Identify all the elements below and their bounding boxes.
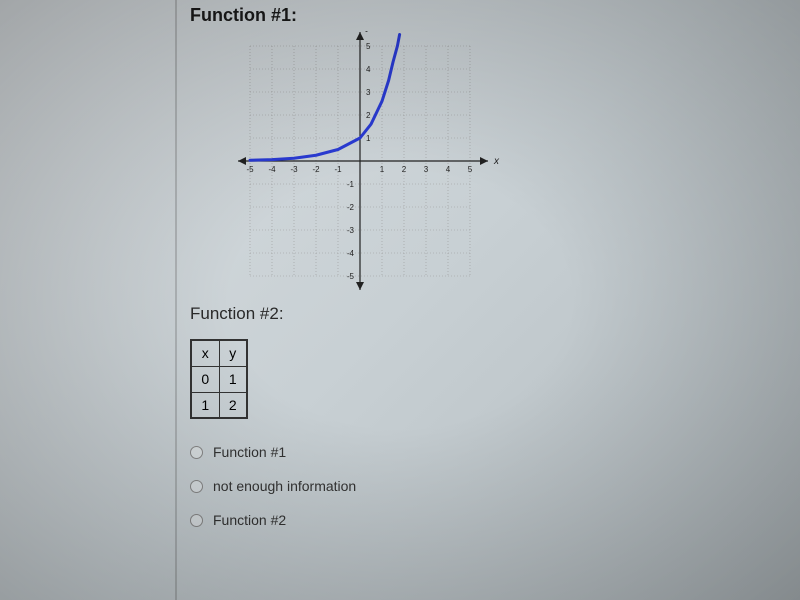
svg-text:-5: -5 bbox=[246, 165, 254, 174]
table-cell: 0 bbox=[191, 366, 219, 392]
svg-text:4: 4 bbox=[366, 65, 371, 74]
option-label: Function #2 bbox=[213, 512, 286, 528]
svg-text:4: 4 bbox=[446, 165, 451, 174]
svg-text:x: x bbox=[493, 156, 500, 167]
svg-text:2: 2 bbox=[402, 165, 407, 174]
svg-text:-2: -2 bbox=[347, 203, 355, 212]
svg-text:1: 1 bbox=[366, 134, 371, 143]
table-cell: 1 bbox=[219, 366, 247, 392]
option-label: not enough information bbox=[213, 478, 356, 494]
function2-table: x y 0 1 1 2 bbox=[190, 339, 780, 419]
svg-text:-3: -3 bbox=[290, 165, 298, 174]
svg-text:y: y bbox=[365, 31, 372, 33]
svg-text:-4: -4 bbox=[268, 165, 276, 174]
svg-text:-5: -5 bbox=[347, 272, 355, 281]
table-header-y: y bbox=[219, 340, 247, 366]
svg-text:-2: -2 bbox=[312, 165, 320, 174]
option-function1[interactable]: Function #1 bbox=[190, 444, 780, 460]
table-header-x: x bbox=[191, 340, 219, 366]
option-not-enough[interactable]: not enough information bbox=[190, 478, 780, 494]
option-label: Function #1 bbox=[213, 444, 286, 460]
radio-icon bbox=[190, 480, 203, 493]
svg-text:1: 1 bbox=[380, 165, 385, 174]
function2-title: Function #2: bbox=[190, 304, 780, 324]
radio-icon bbox=[190, 446, 203, 459]
svg-text:-1: -1 bbox=[334, 165, 342, 174]
svg-text:2: 2 bbox=[366, 111, 371, 120]
svg-text:-1: -1 bbox=[347, 180, 355, 189]
table-cell: 2 bbox=[219, 392, 247, 418]
svg-text:-4: -4 bbox=[347, 249, 355, 258]
option-function2[interactable]: Function #2 bbox=[190, 512, 780, 528]
svg-text:3: 3 bbox=[366, 88, 371, 97]
svg-text:5: 5 bbox=[468, 165, 473, 174]
radio-icon bbox=[190, 514, 203, 527]
svg-text:5: 5 bbox=[366, 42, 371, 51]
svg-text:3: 3 bbox=[424, 165, 429, 174]
function1-title: Function #1: bbox=[190, 5, 780, 26]
answer-options: Function #1 not enough information Funct… bbox=[190, 444, 780, 528]
function1-graph: -5 -4 -3 -2 -1 1 2 3 4 5 -5 -4 -3 -2 -1 1 2 3 4 5 x y bbox=[220, 31, 780, 296]
table-cell: 1 bbox=[191, 392, 219, 418]
svg-text:-3: -3 bbox=[347, 226, 355, 235]
